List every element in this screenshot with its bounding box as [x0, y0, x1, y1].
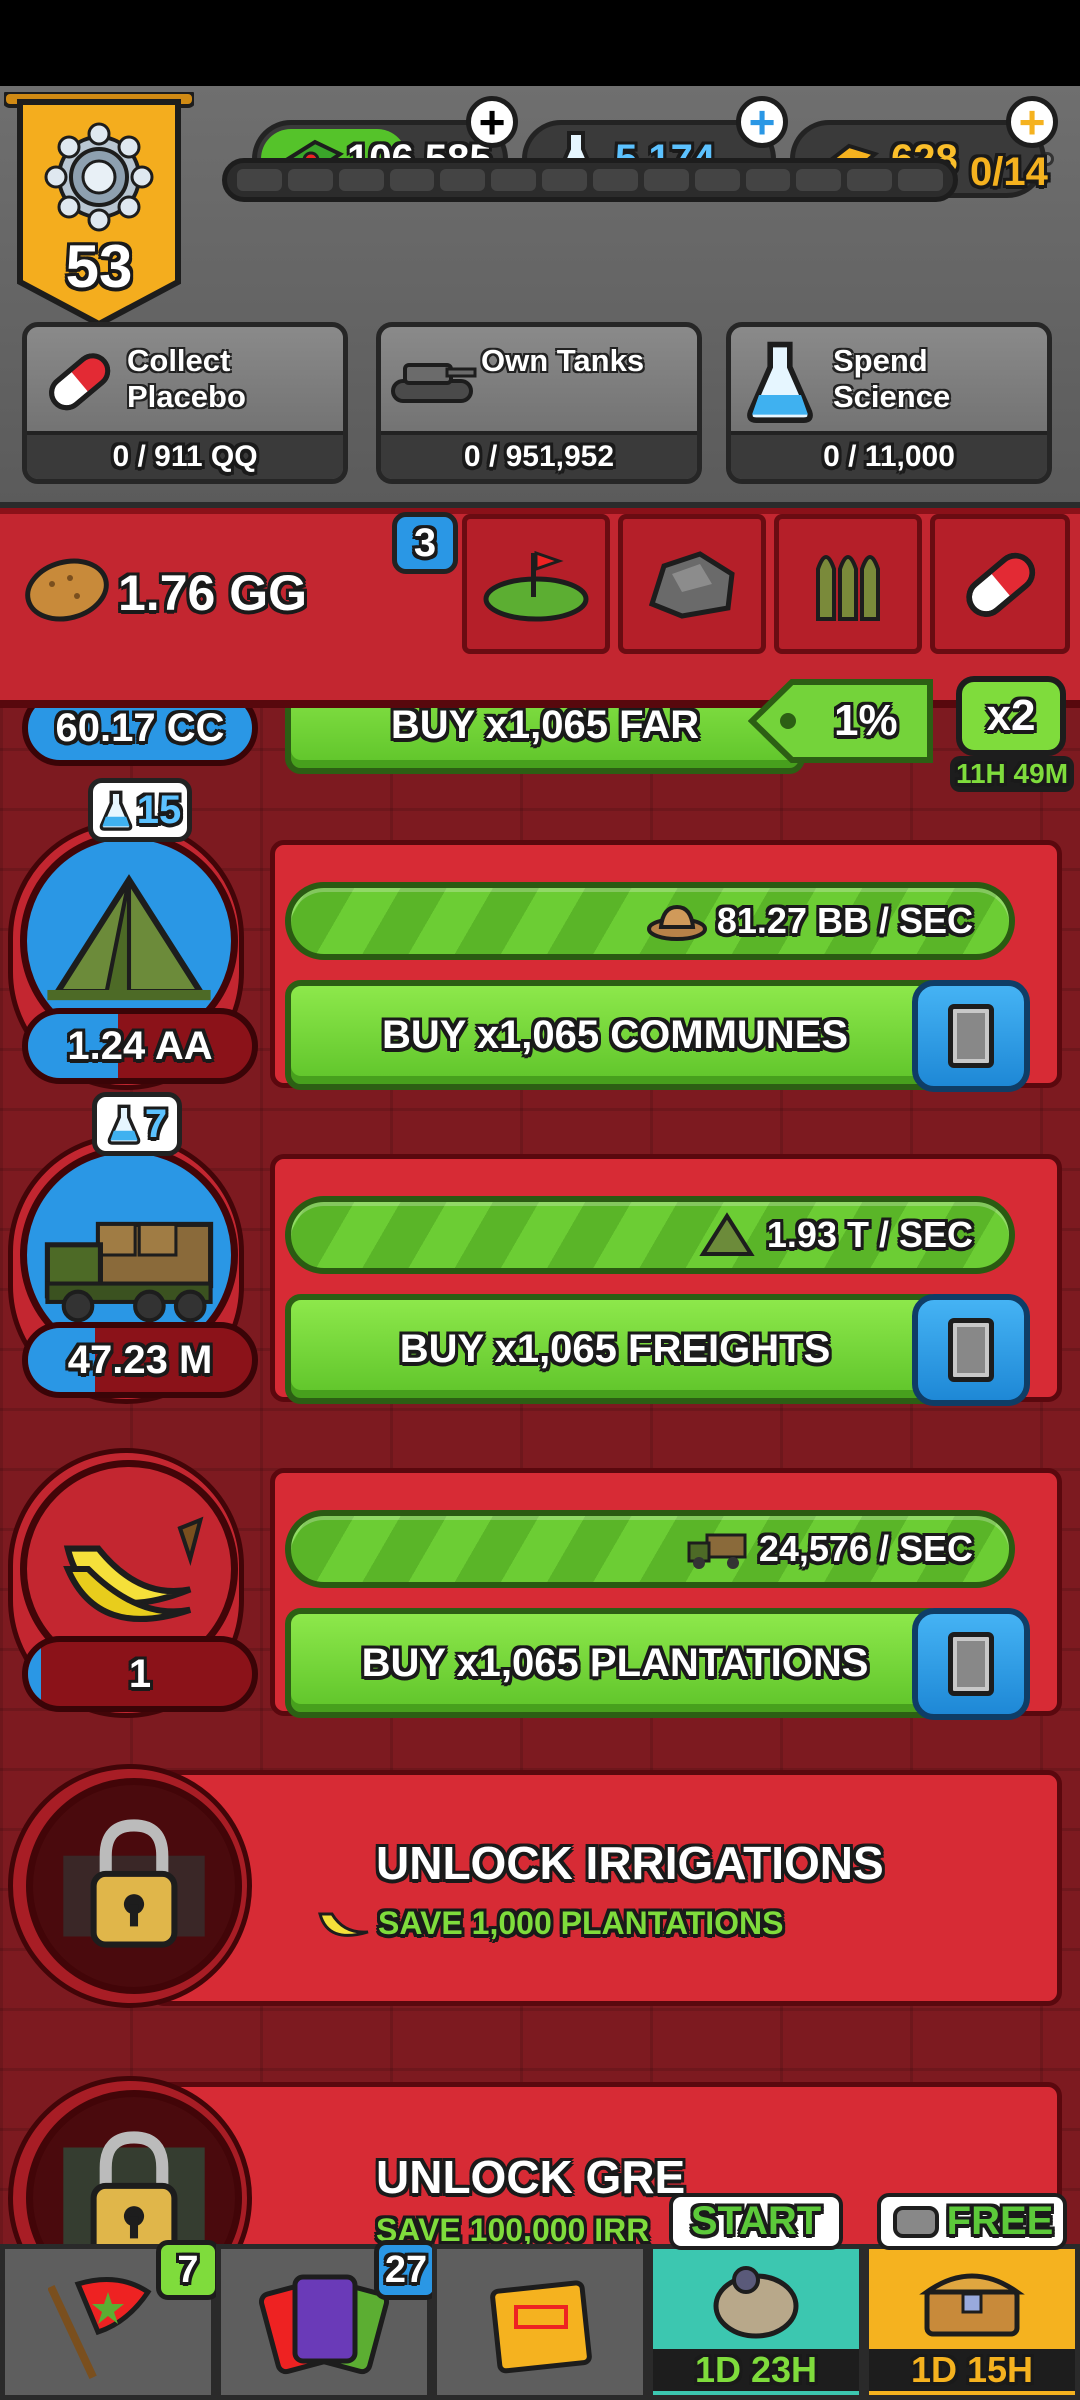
chest-icon: [919, 2273, 1025, 2336]
mission-title-line2: Science: [833, 379, 951, 414]
freights-card-button[interactable]: [912, 1294, 1030, 1406]
start-event-button[interactable]: START 1D 23H: [648, 2193, 864, 2400]
mission-progress: 0 / 951,952: [381, 431, 697, 479]
science-badge-freights: 7: [92, 1092, 182, 1156]
level-banner[interactable]: 53: [2, 90, 196, 332]
communes-card-button[interactable]: [912, 980, 1030, 1092]
pill-icon: [966, 552, 1036, 617]
unlock-requirement-irrigations: SAVE 1,000 PLANTATIONS: [314, 1898, 783, 1948]
mission-title-line1: Collect: [127, 343, 231, 378]
farm-tab[interactable]: [462, 514, 610, 654]
flask-icon: [747, 341, 813, 423]
flask-icon: [107, 1104, 141, 1145]
potato-icon: [25, 558, 109, 622]
level-progress-text: 0/14: [970, 150, 1048, 194]
unlock-title-greenhouses: UNLOCK GRE: [376, 2151, 686, 2203]
pill-icon: [49, 353, 111, 411]
missions-badge: 7: [156, 2240, 220, 2300]
bonus-tag[interactable]: 1%: [748, 676, 938, 766]
add-science-button[interactable]: +: [736, 96, 788, 148]
irrigations-lock-portrait[interactable]: [26, 1778, 242, 1994]
level-number: 53: [65, 233, 133, 300]
mission-title-line2: Placebo: [127, 379, 246, 414]
hat-icon: [646, 904, 707, 941]
ore-tab[interactable]: [618, 514, 766, 654]
mission-own-tanks[interactable]: Own Tanks 0 / 951,952: [376, 322, 702, 484]
add-cash-button[interactable]: +: [466, 96, 518, 148]
files-nav-button[interactable]: [432, 2244, 648, 2400]
buy-communes-button[interactable]: BUY x1,065 COMMUNES: [285, 980, 945, 1090]
ammo-icon: [816, 555, 880, 621]
mission-title-line1: Spend: [833, 343, 928, 378]
rate-bar-plantations: 24,576 / SEC: [285, 1510, 1015, 1588]
flask-icon: [99, 790, 133, 831]
free-timer: 1D 15H: [869, 2349, 1075, 2391]
multiplier-value: x2: [986, 691, 1036, 740]
mission-collect-placebo[interactable]: Collect Placebo 0 / 911 QQ: [22, 322, 348, 484]
lock-icon: [63, 1819, 205, 1948]
unlock-title-irrigations: UNLOCK IRRIGATIONS: [376, 1837, 884, 1889]
bomb-icon: [713, 2265, 799, 2338]
owned-counter-freights: 47.23 M: [22, 1322, 258, 1398]
free-label-box: FREE: [876, 2193, 1068, 2250]
multiplier-timer: 11H 49M: [950, 756, 1074, 792]
category-badge: 3: [392, 512, 458, 574]
tent-icon: [699, 1212, 755, 1256]
bonus-percent: 1%: [834, 696, 898, 745]
farm-icon: [483, 550, 589, 622]
cards-badge: 27: [374, 2240, 438, 2300]
banana-icon: [318, 1912, 369, 1937]
flag-icon: [48, 2277, 152, 2380]
science-badge-communes: 15: [88, 778, 192, 842]
owned-counter-communes: 1.24 AA: [22, 1008, 258, 1084]
owned-counter-plantations: 1: [22, 1636, 258, 1712]
rate-bar-communes: 81.27 BB / SEC: [285, 882, 1015, 960]
ticket-icon: [892, 2205, 939, 2238]
bottom-navigation: 7 27 START 1D 23H FREE 1D 15H: [0, 2193, 1080, 2400]
truck-icon: [687, 1533, 747, 1569]
mission-spend-science[interactable]: Spend Science 0 / 11,000: [726, 322, 1052, 484]
gear-icon: [44, 122, 154, 232]
multiplier-button[interactable]: x2: [956, 676, 1066, 756]
start-label: START: [668, 2193, 844, 2250]
add-gold-button[interactable]: +: [1006, 96, 1058, 148]
buy-plantations-button[interactable]: BUY x1,065 PLANTATIONS: [285, 1608, 945, 1718]
mission-progress: 0 / 911 QQ: [27, 431, 343, 479]
buy-freights-button[interactable]: BUY x1,065 FREIGHTS: [285, 1294, 945, 1404]
level-progress-bar: [222, 158, 958, 202]
folder-icon: [490, 2280, 592, 2374]
plantations-card-button[interactable]: [912, 1608, 1030, 1720]
cards-icon: [259, 2274, 389, 2375]
medicine-tab[interactable]: [930, 514, 1070, 654]
mission-title-line1: Own Tanks: [481, 343, 645, 378]
free-chest-button[interactable]: FREE 1D 15H: [864, 2193, 1080, 2400]
mission-progress: 0 / 11,000: [731, 431, 1047, 479]
tank-icon: [391, 363, 477, 403]
rock-icon: [648, 551, 735, 619]
rate-bar-freights: 1.93 T / SEC: [285, 1196, 1015, 1274]
category-amount: 1.76 GG: [118, 565, 307, 621]
start-timer: 1D 23H: [653, 2349, 859, 2391]
ammo-tab[interactable]: [774, 514, 922, 654]
